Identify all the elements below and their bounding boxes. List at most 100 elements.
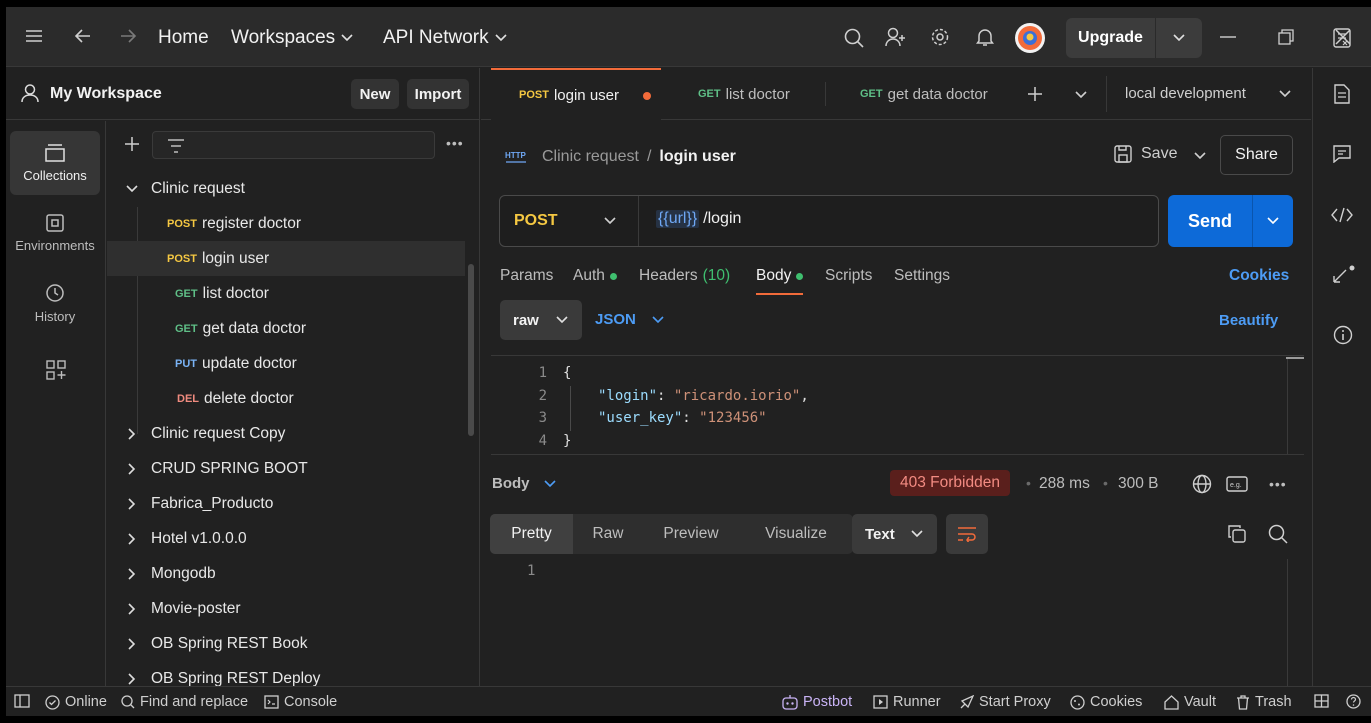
restore-window-icon[interactable] — [1278, 29, 1294, 45]
send-button[interactable]: Send — [1168, 195, 1293, 247]
filter-input[interactable] — [152, 131, 435, 159]
beautify-button[interactable]: Beautify — [1219, 312, 1278, 329]
toggle-sidebar-icon[interactable] — [14, 694, 30, 708]
collection-item[interactable]: Fabrica_Producto — [107, 486, 465, 521]
avatar[interactable] — [1014, 22, 1046, 54]
breadcrumb-request[interactable]: login user — [659, 148, 735, 166]
globe-icon[interactable] — [1192, 474, 1212, 494]
request-list-doctor[interactable]: GET list doctor — [107, 276, 465, 311]
wrap-lines-button[interactable] — [946, 514, 988, 554]
send-dropdown[interactable] — [1253, 195, 1293, 247]
response-size[interactable]: 300 B — [1118, 475, 1159, 493]
save-dropdown-chevron-icon[interactable] — [1194, 152, 1206, 160]
more-options-icon[interactable]: ••• — [446, 135, 464, 151]
forward-arrow-icon[interactable] — [119, 28, 137, 44]
rail-item-history[interactable]: History — [10, 271, 100, 335]
collection-item[interactable]: Hotel v1.0.0.0 — [107, 521, 465, 556]
trash-button[interactable]: Trash — [1236, 694, 1292, 710]
collection-item[interactable]: CRUD SPRING BOOT — [107, 451, 465, 486]
body-mode-select[interactable]: raw — [500, 300, 582, 340]
nav-home[interactable]: Home — [158, 27, 209, 49]
body-editor[interactable]: 1 2 3 4 { "login": "ricardo.iorio", "use… — [491, 355, 1304, 455]
tab-get-data-doctor[interactable]: GET get data doctor — [835, 68, 1005, 120]
runner-button[interactable]: Runner — [873, 694, 941, 710]
request-update-doctor[interactable]: PUT update doctor — [107, 346, 465, 381]
tab-body[interactable]: Body — [756, 267, 804, 295]
add-apps-icon[interactable] — [46, 360, 66, 380]
rail-item-environments[interactable]: Environments — [10, 201, 100, 265]
settings-gear-icon[interactable] — [930, 27, 950, 47]
collection-clinic-request[interactable]: Clinic request — [107, 171, 465, 206]
search-icon[interactable] — [1268, 524, 1288, 544]
collection-item[interactable]: Clinic request Copy — [107, 416, 465, 451]
documentation-icon[interactable] — [1334, 84, 1350, 104]
console-button[interactable]: Console — [264, 694, 337, 710]
upgrade-dropdown[interactable] — [1156, 18, 1202, 58]
tab-visualize[interactable]: Visualize — [739, 514, 853, 554]
start-proxy-button[interactable]: Start Proxy — [959, 694, 1051, 710]
online-status[interactable]: Online — [45, 694, 107, 710]
vault-button[interactable]: Vault — [1164, 694, 1216, 710]
rail-item-collections[interactable]: Collections — [10, 131, 100, 195]
request-login-user[interactable]: POST login user — [107, 241, 465, 276]
tab-pretty[interactable]: Pretty — [490, 514, 573, 554]
info-icon[interactable] — [1333, 325, 1353, 345]
upgrade-button[interactable]: Upgrade — [1066, 18, 1202, 58]
save-button[interactable]: Save — [1114, 145, 1177, 163]
tab-list-doctor[interactable]: GET list doctor — [671, 82, 826, 106]
request-delete-doctor[interactable]: DEL delete doctor — [107, 381, 465, 416]
share-button[interactable]: Share — [1220, 135, 1293, 175]
environment-select[interactable]: local development — [1125, 85, 1305, 102]
url-input[interactable]: {{url}} /login — [656, 210, 741, 228]
method-select[interactable]: POST — [500, 196, 639, 246]
tab-headers[interactable]: Headers (10) — [639, 267, 730, 285]
tab-preview[interactable]: Preview — [643, 514, 739, 554]
sidebar-scrollbar[interactable] — [468, 264, 474, 436]
workspace-title[interactable]: My Workspace — [50, 85, 162, 103]
find-replace-button[interactable]: Find and replace — [121, 694, 248, 710]
tab-auth[interactable]: Auth — [573, 267, 617, 285]
minimize-icon[interactable] — [1220, 36, 1236, 38]
response-body-select[interactable]: Body — [492, 475, 556, 492]
tab-params[interactable]: Params — [500, 267, 553, 285]
status-badge[interactable]: 403 Forbidden — [890, 470, 1010, 496]
nav-api-network[interactable]: API Network — [383, 27, 507, 49]
copy-icon[interactable] — [1228, 525, 1246, 543]
response-time[interactable]: 288 ms — [1039, 475, 1090, 493]
search-icon[interactable] — [844, 28, 864, 48]
import-button[interactable]: Import — [407, 79, 469, 109]
save-example-icon[interactable]: e.g. — [1226, 475, 1248, 493]
request-get-data-doctor[interactable]: GET get data doctor — [107, 311, 465, 346]
back-arrow-icon[interactable] — [74, 28, 92, 44]
tab-scripts[interactable]: Scripts — [825, 267, 872, 285]
notification-bell-icon[interactable] — [976, 27, 994, 47]
more-options-icon[interactable]: ••• — [1269, 476, 1287, 492]
request-register-doctor[interactable]: POST register doctor — [107, 206, 465, 241]
add-collection-icon[interactable] — [124, 136, 140, 152]
cookies-link[interactable]: Cookies — [1229, 267, 1289, 285]
language-select[interactable]: JSON — [595, 311, 664, 328]
comments-icon[interactable] — [1333, 145, 1351, 163]
collection-item[interactable]: Movie-poster — [107, 591, 465, 626]
help-icon[interactable] — [1346, 694, 1361, 709]
add-tab-icon[interactable] — [1027, 86, 1043, 102]
cookies-button[interactable]: Cookies — [1070, 694, 1142, 710]
tab-login-user[interactable]: POST login user — [491, 68, 661, 120]
tab-raw[interactable]: Raw — [573, 514, 643, 554]
tabs-dropdown-chevron-icon[interactable] — [1075, 91, 1087, 99]
collection-item[interactable]: OB Spring REST Book — [107, 626, 465, 661]
nav-workspaces[interactable]: Workspaces — [231, 27, 353, 49]
layout-grid-icon[interactable] — [1314, 694, 1329, 708]
tab-settings[interactable]: Settings — [894, 267, 950, 285]
editor-scrollbar[interactable] — [1286, 357, 1304, 359]
breadcrumb-collection[interactable]: Clinic request — [542, 148, 639, 166]
code-snippet-icon[interactable] — [1331, 207, 1353, 223]
collection-item[interactable]: Mongodb — [107, 556, 465, 591]
invite-user-icon[interactable] — [885, 27, 907, 47]
postbot-button[interactable]: Postbot — [782, 694, 852, 710]
new-button[interactable]: New — [351, 79, 399, 109]
related-collections-icon[interactable] — [1332, 264, 1356, 284]
variables-icon[interactable] — [1333, 28, 1351, 48]
menu-icon[interactable] — [25, 29, 43, 43]
response-format-select[interactable]: Text — [852, 514, 937, 554]
